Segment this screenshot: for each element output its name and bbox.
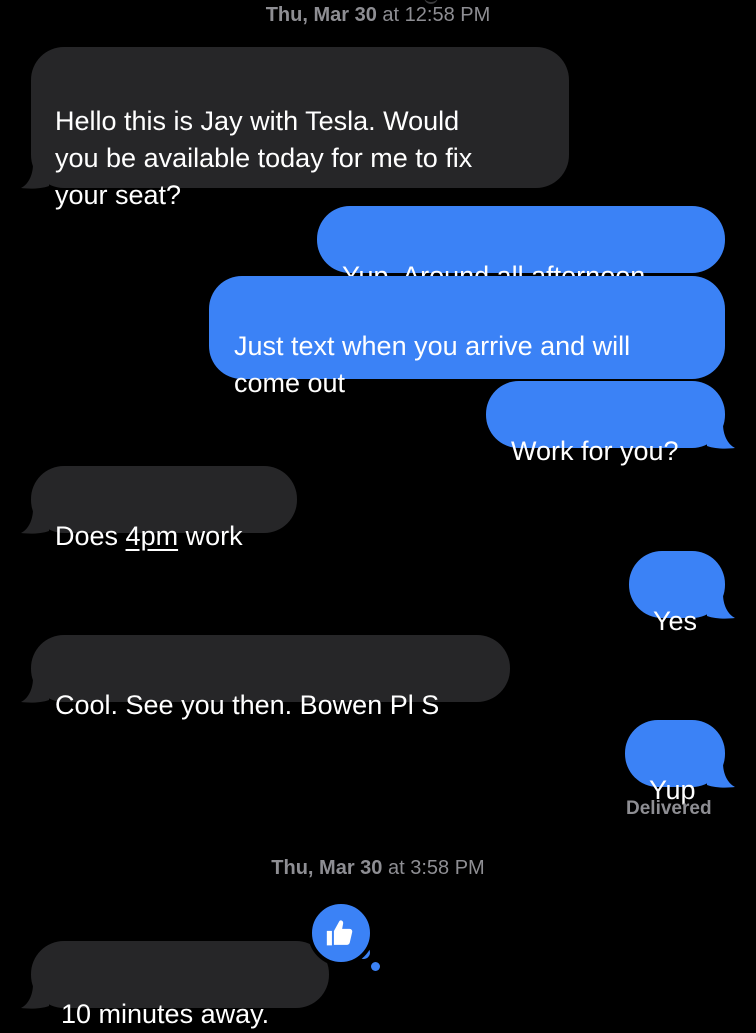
- tapback-dot: [371, 962, 380, 971]
- incoming-message-bubble[interactable]: Hello this is Jay with Tesla. Would you …: [31, 47, 569, 210]
- message-text: Work for you?: [511, 436, 679, 466]
- outgoing-bubble-tail: [707, 594, 735, 619]
- thumbs-up-icon: [326, 920, 353, 946]
- message-text: Yes: [653, 606, 698, 636]
- incoming-bubble-tail: [21, 678, 49, 703]
- outgoing-message-bubble[interactable]: Yup. Around all afternoon: [317, 206, 725, 291]
- timestamp-day: Thu, Mar 30: [271, 857, 383, 879]
- conversation-timestamp: Thu, Mar 30 at 12:58 PM: [0, 4, 756, 27]
- tapback-reaction[interactable]: [308, 900, 374, 966]
- timestamp-time: at 3:58 PM: [382, 857, 485, 879]
- message-text-before: Does: [55, 521, 126, 551]
- outgoing-message-bubble[interactable]: Just text when you arrive and will come …: [209, 276, 725, 398]
- timestamp-day: Thu, Mar 30: [265, 4, 377, 26]
- message-text: Hello this is Jay with Tesla. Would you …: [55, 106, 473, 210]
- message-text-after: work: [178, 521, 243, 551]
- conversation-timestamp: Thu, Mar 30 at 3:58 PM: [0, 857, 756, 880]
- outgoing-bubble-tail: [707, 424, 735, 449]
- outgoing-bubble-tail: [707, 763, 735, 788]
- incoming-message-bubble[interactable]: Does 4pm work: [31, 466, 297, 551]
- incoming-bubble-tail: [21, 164, 49, 189]
- message-text: 10 minutes away.: [61, 999, 270, 1029]
- incoming-message-bubble[interactable]: Cool. See you then. Bowen Pl S: [31, 635, 510, 720]
- timestamp-time: at 12:58 PM: [376, 4, 491, 26]
- incoming-bubble-tail: [21, 509, 49, 534]
- incoming-message-bubble[interactable]: 10 minutes away.: [31, 941, 329, 1029]
- message-text: Cool. See you then. Bowen Pl S: [55, 690, 440, 720]
- delivered-receipt: Delivered: [626, 798, 712, 819]
- outgoing-message-bubble[interactable]: Work for you?: [486, 381, 725, 466]
- incoming-bubble-tail: [21, 984, 49, 1009]
- time-link[interactable]: 4pm: [126, 521, 179, 551]
